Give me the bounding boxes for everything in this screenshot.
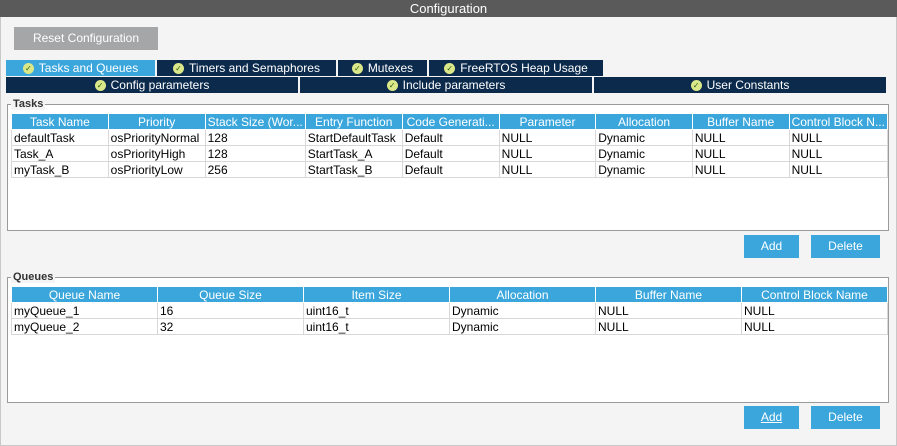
table-cell[interactable]: 128 bbox=[204, 145, 306, 162]
table-cell[interactable]: StartTask_A bbox=[304, 145, 403, 162]
column-header[interactable]: Buffer Name bbox=[691, 113, 790, 130]
table-cell[interactable]: myQueue_1 bbox=[11, 302, 158, 319]
table-cell[interactable]: NULL bbox=[691, 129, 790, 146]
column-header[interactable]: Task Name bbox=[11, 113, 109, 130]
table-row[interactable]: myQueue_2 32 uint16_t Dynamic NULL NULL bbox=[11, 318, 888, 335]
tasks-group: Tasks Task Name Priority Stack Size (Wor… bbox=[7, 98, 889, 231]
tab-label: User Constants bbox=[706, 78, 790, 92]
check-circle-icon: ✓ bbox=[351, 62, 363, 74]
table-cell[interactable]: NULL bbox=[498, 145, 597, 162]
column-header[interactable]: Item Size bbox=[303, 286, 450, 303]
table-cell[interactable]: 32 bbox=[157, 318, 304, 335]
queues-legend: Queues bbox=[11, 271, 56, 283]
table-row[interactable]: defaultTask osPriorityNormal 128 StartDe… bbox=[11, 129, 889, 146]
tab-label: Tasks and Queues bbox=[38, 61, 139, 75]
column-header[interactable]: Allocation bbox=[595, 113, 693, 130]
column-header[interactable]: Parameter bbox=[498, 113, 597, 130]
window-title: Configuration bbox=[0, 0, 897, 17]
table-cell[interactable]: NULL bbox=[788, 145, 889, 162]
reset-configuration-button[interactable]: Reset Configuration bbox=[14, 27, 158, 50]
tasks-table: Task Name Priority Stack Size (Wor... En… bbox=[11, 113, 889, 178]
table-cell[interactable]: NULL bbox=[498, 161, 597, 178]
queues-group: Queues Queue Name Queue Size Item Size A… bbox=[7, 271, 889, 403]
tab-timers-and-semaphores[interactable]: ✓ Timers and Semaphores bbox=[157, 60, 338, 76]
tab-bar-secondary: ✓ Config parameters ✓ Include parameters… bbox=[6, 77, 888, 93]
table-cell[interactable]: NULL bbox=[788, 161, 889, 178]
table-cell[interactable]: NULL bbox=[741, 318, 888, 335]
table-cell[interactable]: Default bbox=[401, 161, 500, 178]
tab-label: FreeRTOS Heap Usage bbox=[460, 61, 588, 75]
tab-label: Include parameters bbox=[402, 78, 506, 92]
tab-mutexes[interactable]: ✓ Mutexes bbox=[338, 60, 429, 76]
check-circle-icon: ✓ bbox=[444, 62, 456, 74]
tab-include-parameters[interactable]: ✓ Include parameters bbox=[300, 77, 594, 93]
table-cell[interactable]: osPriorityNormal bbox=[107, 129, 206, 146]
table-cell[interactable]: Dynamic bbox=[595, 129, 693, 146]
column-header[interactable]: Queue Name bbox=[11, 286, 158, 303]
table-cell[interactable]: NULL bbox=[741, 302, 888, 319]
table-cell[interactable]: uint16_t bbox=[303, 318, 450, 335]
add-queue-button[interactable]: Add bbox=[744, 406, 799, 429]
table-cell[interactable]: osPriorityLow bbox=[107, 161, 206, 178]
table-cell[interactable]: Default bbox=[401, 145, 500, 162]
delete-queue-button[interactable]: Delete bbox=[811, 406, 880, 429]
tab-bar-primary: ✓ Tasks and Queues ✓ Timers and Semaphor… bbox=[6, 60, 605, 76]
queues-header-row: Queue Name Queue Size Item Size Allocati… bbox=[11, 286, 888, 303]
column-header[interactable]: Priority bbox=[107, 113, 206, 130]
table-cell[interactable]: 16 bbox=[157, 302, 304, 319]
table-cell[interactable]: uint16_t bbox=[303, 302, 450, 319]
table-cell[interactable]: StartTask_B bbox=[304, 161, 403, 178]
delete-task-button[interactable]: Delete bbox=[811, 235, 880, 258]
table-cell[interactable]: Dynamic bbox=[449, 302, 596, 319]
column-header[interactable]: Control Block N... bbox=[788, 113, 889, 130]
column-header[interactable]: Entry Function bbox=[304, 113, 403, 130]
table-cell[interactable]: defaultTask bbox=[11, 129, 109, 146]
column-header[interactable]: Control Block Name bbox=[741, 286, 888, 303]
queues-table: Queue Name Queue Size Item Size Allocati… bbox=[11, 286, 888, 335]
table-cell[interactable]: NULL bbox=[691, 161, 790, 178]
table-row[interactable]: Task_A osPriorityHigh 128 StartTask_A De… bbox=[11, 145, 889, 162]
table-row[interactable]: myTask_B osPriorityLow 256 StartTask_B D… bbox=[11, 161, 889, 178]
tab-freertos-heap-usage[interactable]: ✓ FreeRTOS Heap Usage bbox=[429, 60, 605, 76]
table-cell[interactable]: Dynamic bbox=[595, 161, 693, 178]
table-cell[interactable]: Task_A bbox=[11, 145, 109, 162]
table-cell[interactable]: 256 bbox=[204, 161, 306, 178]
table-cell[interactable]: StartDefaultTask bbox=[304, 129, 403, 146]
check-circle-icon: ✓ bbox=[690, 79, 702, 91]
tab-label: Config parameters bbox=[110, 78, 210, 92]
table-cell[interactable]: NULL bbox=[788, 129, 889, 146]
tab-tasks-and-queues[interactable]: ✓ Tasks and Queues bbox=[6, 60, 157, 76]
check-circle-icon: ✓ bbox=[22, 62, 34, 74]
column-header[interactable]: Queue Size bbox=[157, 286, 304, 303]
check-circle-icon: ✓ bbox=[173, 62, 185, 74]
tasks-header-row: Task Name Priority Stack Size (Wor... En… bbox=[11, 113, 889, 130]
table-cell[interactable]: 128 bbox=[204, 129, 306, 146]
table-cell[interactable]: NULL bbox=[595, 318, 742, 335]
column-header[interactable]: Stack Size (Wor... bbox=[204, 113, 306, 130]
table-cell[interactable]: Dynamic bbox=[449, 318, 596, 335]
tab-user-constants[interactable]: ✓ User Constants bbox=[594, 77, 888, 93]
column-header[interactable]: Code Generati... bbox=[401, 113, 500, 130]
table-cell[interactable]: NULL bbox=[498, 129, 597, 146]
column-header[interactable]: Buffer Name bbox=[595, 286, 742, 303]
check-circle-icon: ✓ bbox=[94, 79, 106, 91]
tab-config-parameters[interactable]: ✓ Config parameters bbox=[6, 77, 300, 93]
table-cell[interactable]: osPriorityHigh bbox=[107, 145, 206, 162]
table-cell[interactable]: NULL bbox=[595, 302, 742, 319]
table-row[interactable]: myQueue_1 16 uint16_t Dynamic NULL NULL bbox=[11, 302, 888, 319]
column-header[interactable]: Allocation bbox=[449, 286, 596, 303]
table-cell[interactable]: NULL bbox=[691, 145, 790, 162]
table-cell[interactable]: Dynamic bbox=[595, 145, 693, 162]
add-task-button[interactable]: Add bbox=[744, 235, 799, 258]
check-circle-icon: ✓ bbox=[386, 79, 398, 91]
table-cell[interactable]: myQueue_2 bbox=[11, 318, 158, 335]
table-cell[interactable]: myTask_B bbox=[11, 161, 109, 178]
table-cell[interactable]: Default bbox=[401, 129, 500, 146]
tasks-legend: Tasks bbox=[11, 98, 46, 110]
tab-label: Mutexes bbox=[367, 61, 414, 75]
tab-label: Timers and Semaphores bbox=[189, 61, 320, 75]
